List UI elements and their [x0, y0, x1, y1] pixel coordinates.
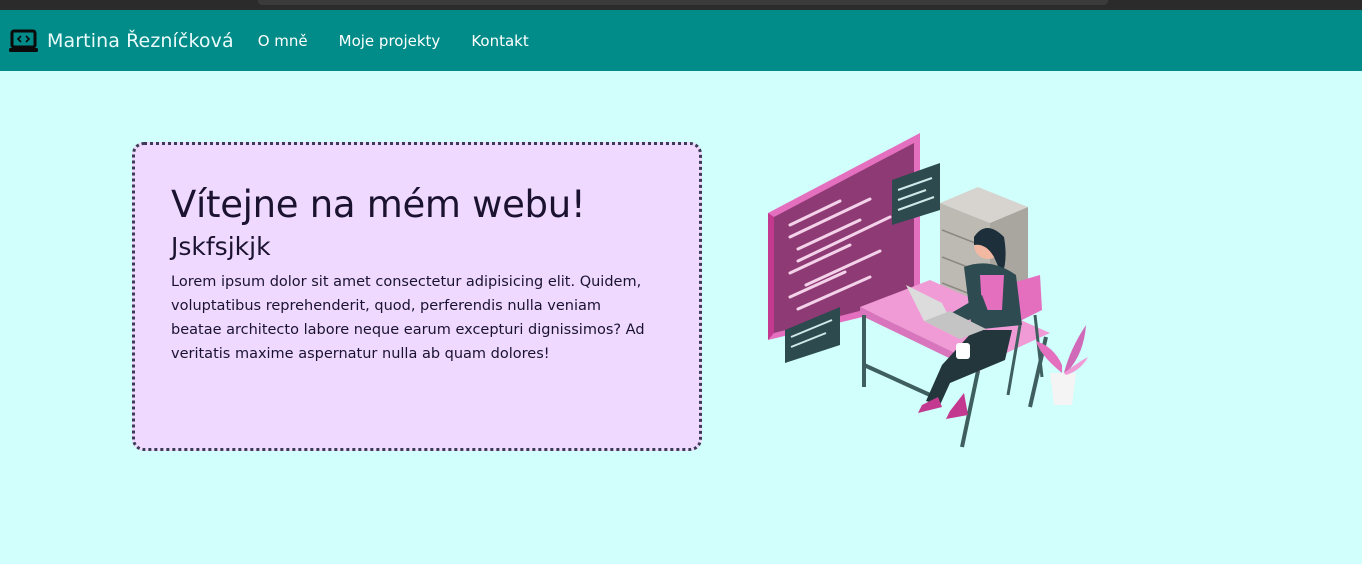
nav-link-kontakt[interactable]: Kontakt [471, 32, 528, 50]
hero-text: Lorem ipsum dolor sit amet consectetur a… [171, 274, 645, 362]
brand-name: Martina Řezníčková [47, 29, 234, 52]
laptop-code-icon [9, 29, 38, 52]
nav-link-moje-projekty[interactable]: Moje projekty [339, 32, 441, 50]
browser-top-strip [0, 0, 1362, 10]
nav-link-o-mne[interactable]: O mně [258, 32, 308, 50]
nav-links: O mně Moje projekty Kontakt [258, 32, 560, 50]
hero-subtitle: Jskfsjkjk [171, 232, 271, 261]
welcome-card: Vítejne na mém webu! Jskfsjkjk Lorem ips… [132, 142, 702, 451]
browser-tab-edge [258, 0, 1108, 5]
developer-at-desk-illustration [768, 133, 1088, 448]
brand-link[interactable]: Martina Řezníčková [8, 29, 234, 53]
navbar: Martina Řezníčková O mně Moje projekty K… [0, 10, 1362, 71]
hero-title: Vítejne na mém webu! [171, 183, 586, 226]
